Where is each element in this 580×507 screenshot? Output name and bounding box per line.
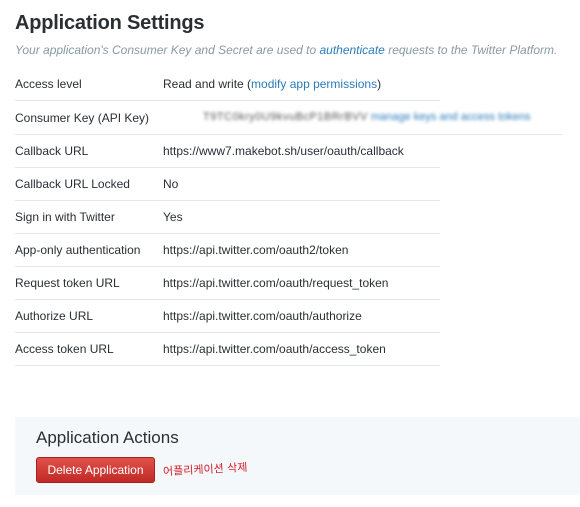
callback-url-label: Callback URL bbox=[15, 144, 89, 158]
callback-locked-label: Callback URL Locked bbox=[15, 177, 130, 191]
authorize-url-value: https://api.twitter.com/oauth/authorize bbox=[163, 309, 362, 323]
actions-title: Application Actions bbox=[36, 428, 179, 447]
callback-url-value: https://www7.makebot.sh/user/oauth/callb… bbox=[163, 144, 404, 158]
callback-locked-value: No bbox=[163, 177, 179, 191]
request-token-url-label: Request token URL bbox=[15, 276, 120, 290]
subtitle-prefix: Your application's Consumer Key and Secr… bbox=[15, 43, 320, 57]
handwritten-note: 어플리케이션 삭제 bbox=[162, 460, 248, 479]
access-token-url-label: Access token URL bbox=[15, 342, 114, 356]
authorize-url-label: Authorize URL bbox=[15, 309, 94, 323]
application-actions-panel: Application Actions Delete Application 어… bbox=[15, 417, 580, 495]
app-only-auth-label: App-only authentication bbox=[15, 243, 141, 257]
settings-rows: Callback URL https://www7.makebot.sh/use… bbox=[15, 135, 440, 366]
row-request-token-url: Request token URL https://api.twitter.co… bbox=[15, 267, 440, 300]
consumer-key-label: Consumer Key (API Key) bbox=[15, 111, 150, 125]
row-sign-in-twitter: Sign in with Twitter Yes bbox=[15, 201, 440, 234]
authenticate-link[interactable]: authenticate bbox=[319, 43, 384, 57]
sign-in-twitter-label: Sign in with Twitter bbox=[15, 210, 115, 224]
app-only-auth-value: https://api.twitter.com/oauth2/token bbox=[163, 243, 349, 257]
consumer-key-redacted: T9TC0kry0U9kvuBcP1BRrBVV bbox=[203, 111, 368, 123]
access-level-prefix: Read and write ( bbox=[163, 77, 252, 91]
row-authorize-url: Authorize URL https://api.twitter.com/oa… bbox=[15, 300, 440, 333]
settings-table: Access level Read and write (modify app … bbox=[15, 67, 562, 366]
page-title: Application Settings bbox=[15, 12, 205, 34]
row-access-token-url: Access token URL https://api.twitter.com… bbox=[15, 333, 440, 366]
access-level-value: Read and write (modify app permissions) bbox=[163, 76, 440, 92]
consumer-key-value: T9TC0kry0U9kvuBcP1BRrBVV manage keys and… bbox=[163, 110, 562, 125]
subtitle-suffix: requests to the Twitter Platform. bbox=[384, 43, 558, 57]
row-access-level: Access level Read and write (modify app … bbox=[15, 67, 440, 101]
row-callback-url: Callback URL https://www7.makebot.sh/use… bbox=[15, 135, 440, 168]
access-token-url-value: https://api.twitter.com/oauth/access_tok… bbox=[163, 342, 386, 356]
sign-in-twitter-value: Yes bbox=[163, 210, 183, 224]
row-callback-locked: Callback URL Locked No bbox=[15, 168, 440, 201]
row-consumer-key: Consumer Key (API Key) T9TC0kry0U9kvuBcP… bbox=[15, 101, 562, 135]
row-app-only-auth: App-only authentication https://api.twit… bbox=[15, 234, 440, 267]
access-level-suffix: ) bbox=[377, 77, 382, 91]
request-token-url-value: https://api.twitter.com/oauth/request_to… bbox=[163, 276, 389, 290]
manage-keys-link[interactable]: manage keys and access tokens bbox=[371, 111, 531, 123]
access-level-label: Access level bbox=[15, 77, 82, 91]
delete-application-button[interactable]: Delete Application bbox=[36, 457, 155, 483]
modify-permissions-link[interactable]: modify app permissions bbox=[251, 77, 377, 91]
page-subtitle: Your application's Consumer Key and Secr… bbox=[15, 43, 557, 57]
